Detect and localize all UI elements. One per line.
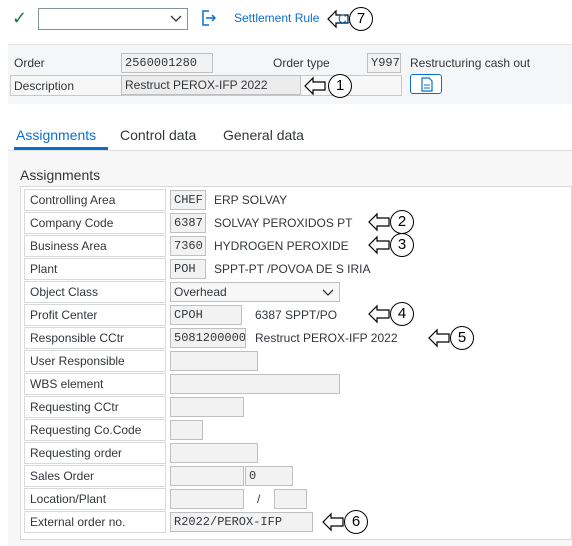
chevron-down-icon[interactable] <box>170 14 182 24</box>
profit-center-field[interactable]: CPOH <box>170 305 242 325</box>
company-code-label: Company Code <box>24 212 166 234</box>
callout-number: 5 <box>450 326 474 350</box>
arrow-left-icon <box>368 212 390 232</box>
callout-number: 2 <box>390 210 414 234</box>
requesting-cocode-label: Requesting Co.Code <box>24 419 166 441</box>
external-order-no-label: External order no. <box>24 511 166 533</box>
section-title: Assignments <box>20 167 101 183</box>
long-text-icon <box>421 77 433 92</box>
arrow-left-icon <box>304 76 326 96</box>
checkmark-icon[interactable]: ✓ <box>12 8 27 29</box>
tab-assignments[interactable]: Assignments <box>16 127 96 143</box>
location-plant-label: Location/Plant <box>24 488 166 510</box>
order-field[interactable]: 2560001280 <box>121 53 213 73</box>
callout-1: 1 <box>304 74 356 98</box>
sales-order-label: Sales Order <box>24 465 166 487</box>
object-class-select[interactable]: Overhead <box>170 282 340 302</box>
arrow-left-icon <box>428 328 450 348</box>
tab-bar: Assignments Control data General data <box>8 120 572 150</box>
description-label: Description <box>14 79 75 93</box>
user-responsible-label: User Responsible <box>24 350 166 372</box>
location-plant-separator: / <box>257 492 261 506</box>
plant-field-2[interactable] <box>274 489 307 509</box>
chevron-down-icon[interactable] <box>322 288 334 297</box>
requesting-order-label: Requesting order <box>24 442 166 464</box>
company-code-field[interactable]: 6387 <box>170 213 206 233</box>
order-type-text: Restructuring cash out <box>410 56 531 70</box>
plant-field[interactable]: POH <box>170 259 206 279</box>
requesting-cocode-field[interactable] <box>170 420 203 440</box>
profit-center-text: 6387 SPPT/PO <box>255 308 338 322</box>
order-type-label: Order type <box>273 56 330 70</box>
callout-6: 6 <box>322 510 374 534</box>
sales-order-field[interactable] <box>170 466 244 486</box>
description-field[interactable]: Restruct PEROX-IFP 2022 <box>121 75 301 95</box>
toolbar: ✓ Settlement Rule Ca 7 <box>0 0 572 38</box>
business-area-label: Business Area <box>24 235 166 257</box>
business-area-text: HYDROGEN PEROXIDE <box>214 239 349 253</box>
long-text-button[interactable] <box>410 74 442 94</box>
profit-center-label: Profit Center <box>24 304 166 326</box>
tab-general-data[interactable]: General data <box>223 127 304 143</box>
requesting-cctr-field[interactable] <box>170 397 244 417</box>
tab-control-data[interactable]: Control data <box>120 127 196 143</box>
user-responsible-field[interactable] <box>170 351 258 371</box>
object-class-value: Overhead <box>174 285 227 299</box>
callout-3: 3 <box>368 233 420 257</box>
plant-text: SPPT-PT /POVOA DE S IRIA <box>214 262 371 276</box>
settlement-rule-button[interactable]: Settlement Rule <box>234 11 319 25</box>
controlling-area-field[interactable]: CHEF <box>170 190 206 210</box>
external-order-no-field[interactable]: R2022/PEROX-IFP <box>170 512 313 532</box>
location-field[interactable] <box>170 489 244 509</box>
responsible-cctr-text: Restruct PEROX-IFP 2022 <box>255 331 398 345</box>
sales-order-item-field[interactable]: 0 <box>245 466 293 486</box>
command-field[interactable] <box>38 8 188 30</box>
callout-number: 7 <box>349 7 373 31</box>
requesting-order-field[interactable] <box>170 443 258 463</box>
callout-5: 5 <box>428 326 480 350</box>
controlling-area-label: Controlling Area <box>24 189 166 211</box>
callout-4: 4 <box>368 302 420 326</box>
order-type-field[interactable]: Y997 <box>367 53 401 73</box>
wbs-element-field[interactable] <box>170 374 340 394</box>
business-area-field[interactable]: 7360 <box>170 236 206 256</box>
responsible-cctr-field[interactable]: 5081200000 <box>170 328 246 348</box>
plant-label: Plant <box>24 258 166 280</box>
callout-7: Ca 7 <box>327 7 379 31</box>
arrow-left-icon <box>368 304 390 324</box>
controlling-area-text: ERP SOLVAY <box>214 193 288 207</box>
callout-number: 3 <box>390 233 414 257</box>
arrow-left-icon <box>322 512 344 532</box>
callout-number: 1 <box>328 74 352 98</box>
callout-2: 2 <box>368 210 420 234</box>
wbs-element-label: WBS element <box>24 373 166 395</box>
company-code-text: SOLVAY PEROXIDOS PT <box>214 216 353 230</box>
requesting-cctr-label: Requesting CCtr <box>24 396 166 418</box>
callout-number: 4 <box>390 302 414 326</box>
order-label: Order <box>14 56 45 70</box>
responsible-cctr-label: Responsible CCtr <box>24 327 166 349</box>
object-class-label: Object Class <box>24 281 166 303</box>
arrow-left-icon <box>368 235 390 255</box>
callout-number: 6 <box>344 510 368 534</box>
exit-icon[interactable] <box>200 9 216 27</box>
